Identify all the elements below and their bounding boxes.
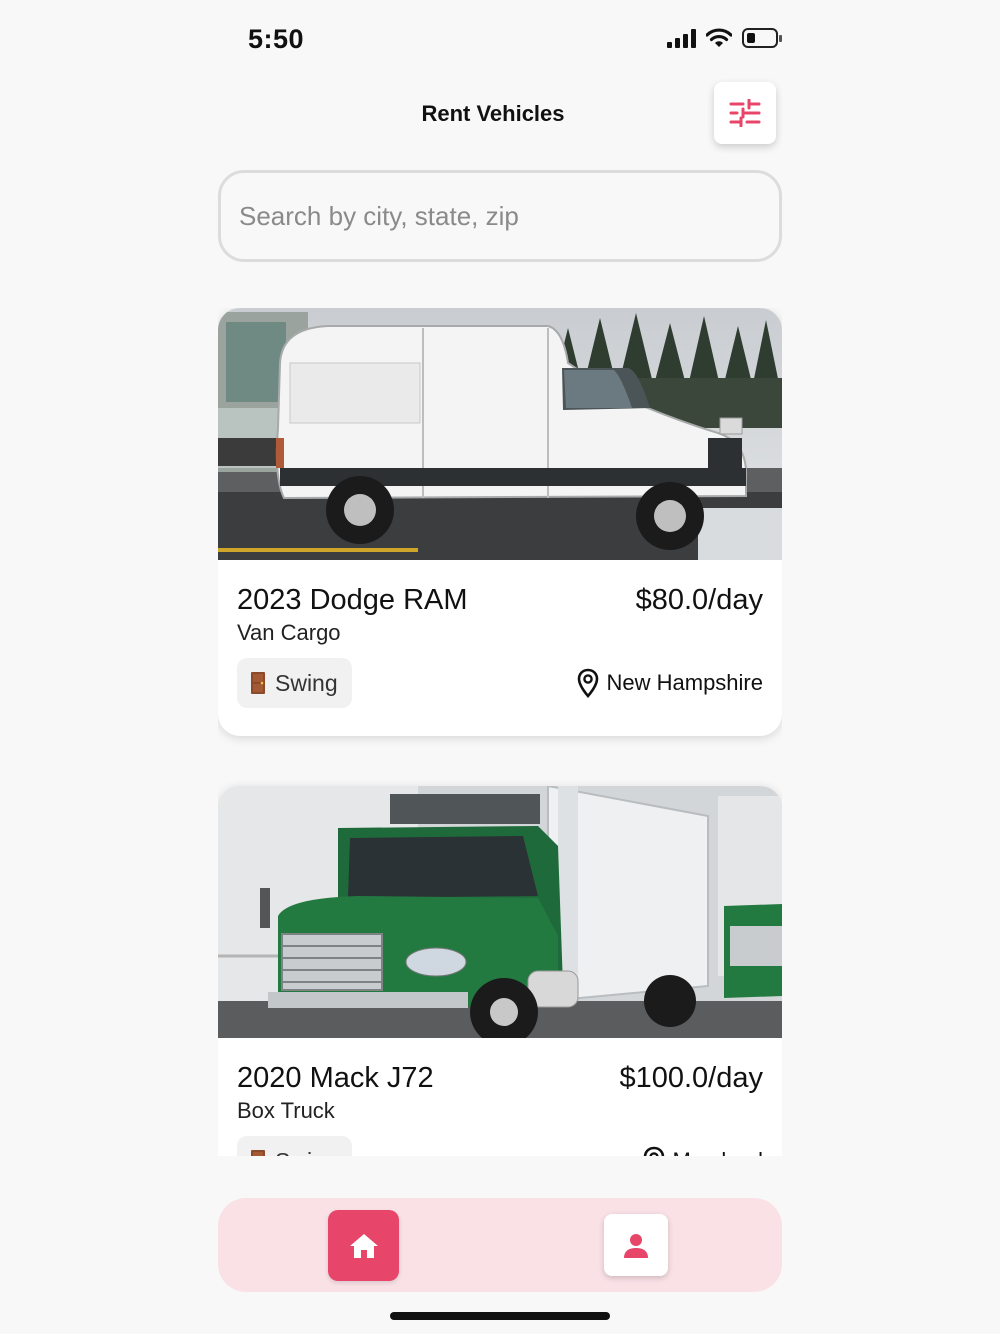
nav-profile-button[interactable] xyxy=(604,1214,668,1276)
door-type-label: Swing xyxy=(275,1148,338,1157)
bottom-navigation xyxy=(218,1198,782,1292)
vehicle-type: Box Truck xyxy=(237,1098,335,1123)
page-title: Rent Vehicles xyxy=(421,101,565,126)
home-indicator[interactable] xyxy=(390,1312,610,1320)
person-icon xyxy=(624,1234,648,1258)
vehicle-list[interactable]: 2023 Dodge RAM Van Cargo $80.0/day Swing xyxy=(218,308,782,1156)
location-label: Maryland xyxy=(673,1148,763,1156)
search-field[interactable] xyxy=(218,170,782,262)
battery-icon xyxy=(742,28,782,48)
app-screen: 5:50 Rent Vehicles Search by city, state… xyxy=(0,0,1000,1334)
sliders-icon xyxy=(729,99,761,127)
vehicle-title: 2023 Dodge RAM xyxy=(237,584,468,616)
vehicle-title: 2020 Mack J72 xyxy=(237,1062,434,1094)
door-icon xyxy=(251,672,265,694)
vehicle-card[interactable]: 2023 Dodge RAM Van Cargo $80.0/day Swing xyxy=(218,308,782,736)
filter-button[interactable] xyxy=(714,82,776,144)
location-label: New Hampshire xyxy=(606,670,764,695)
door-type-badge: Swing xyxy=(237,658,352,708)
vehicle-location: New Hampshire xyxy=(577,668,764,698)
status-time: 5:50 xyxy=(248,24,305,54)
status-bar: 5:50 xyxy=(218,0,782,80)
location-pin-icon xyxy=(643,1146,664,1156)
vehicle-type: Van Cargo xyxy=(237,620,341,645)
vehicle-price: $80.0/day xyxy=(635,584,763,616)
vehicle-location: Maryland xyxy=(643,1146,763,1156)
location-pin-icon xyxy=(577,668,598,698)
nav-home-button[interactable] xyxy=(328,1210,399,1281)
vehicle-photo-truck xyxy=(218,786,782,1038)
vehicle-card[interactable]: 2020 Mack J72 Box Truck $100.0/day Swing xyxy=(218,786,782,1156)
home-icon xyxy=(349,1233,378,1258)
status-icons xyxy=(667,28,782,48)
door-icon xyxy=(251,1150,265,1156)
vehicle-photo-van xyxy=(218,308,782,560)
vehicle-price: $100.0/day xyxy=(619,1062,763,1094)
search-input[interactable] xyxy=(221,173,779,259)
door-type-label: Swing xyxy=(275,669,338,696)
header: Rent Vehicles xyxy=(218,80,782,146)
cellular-signal-icon xyxy=(667,28,696,48)
door-type-badge: Swing xyxy=(237,1136,352,1156)
wifi-icon xyxy=(706,28,732,47)
